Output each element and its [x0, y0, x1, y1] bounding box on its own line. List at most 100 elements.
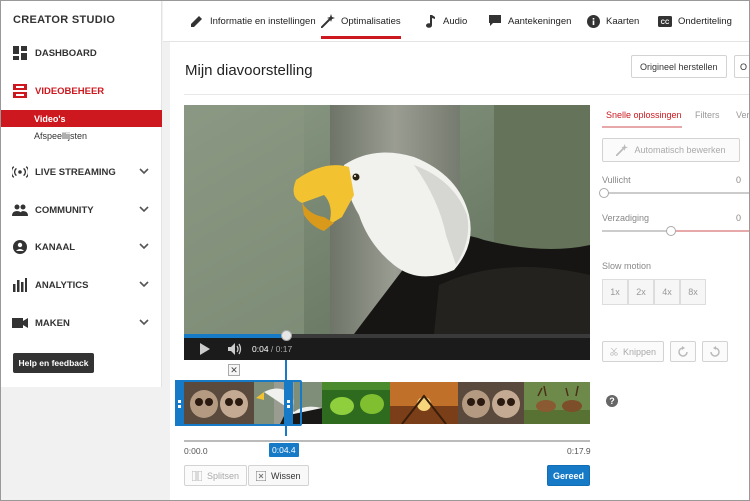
comment-icon	[488, 14, 502, 28]
thumb-pier	[390, 382, 458, 424]
trim-handle-left[interactable]	[175, 380, 184, 426]
chevron-down-icon[interactable]	[138, 240, 150, 252]
live-icon	[12, 164, 28, 180]
time-display: 0:04 / 0:17	[252, 344, 292, 354]
saturation-value: 0	[736, 213, 742, 223]
tab-audio[interactable]: Audio	[423, 1, 467, 41]
saturation-label: Verzadiging	[602, 213, 650, 223]
tab-optimalisaties[interactable]: Optimalisaties	[321, 1, 401, 41]
help-icon[interactable]: ?	[606, 395, 618, 407]
sidebar-item-label: LIVE STREAMING	[35, 166, 116, 178]
save-button-partial[interactable]: O	[734, 55, 750, 78]
bar-chart-icon	[12, 277, 28, 293]
fill-light-slider[interactable]	[599, 188, 749, 198]
editor-main: Mijn diavoorstelling Origineel herstelle…	[170, 42, 750, 500]
speed-2x-button[interactable]: 2x	[628, 279, 654, 305]
timeline-ruler	[184, 440, 590, 442]
help-feedback-button[interactable]: Help en feedback	[13, 353, 94, 373]
speed-4x-button[interactable]: 4x	[654, 279, 680, 305]
camera-icon	[12, 315, 28, 331]
creator-studio-brand[interactable]: CREATOR STUDIO	[13, 14, 115, 26]
speed-8x-button[interactable]: 8x	[680, 279, 706, 305]
scrubber-handle[interactable]	[280, 330, 292, 341]
saturation-knob[interactable]	[666, 226, 676, 236]
tab-label: Ondertiteling	[678, 15, 732, 27]
tab-ondertiteling[interactable]: CC Ondertiteling	[658, 1, 732, 41]
tab-ver[interactable]: Ver	[736, 110, 750, 120]
revert-original-button[interactable]: Origineel herstellen	[631, 55, 727, 78]
tab-informatie[interactable]: Informatie en instellingen	[190, 1, 316, 41]
clear-icon	[256, 470, 266, 481]
tab-label: Optimalisaties	[341, 15, 401, 27]
trim-button[interactable]: Knippen	[602, 341, 664, 362]
tab-kaarten[interactable]: Kaarten	[586, 1, 639, 41]
rotate-right-button[interactable]	[670, 341, 696, 362]
divider	[184, 94, 749, 95]
tab-filters[interactable]: Filters	[695, 110, 720, 120]
rotate-right-icon	[678, 345, 688, 357]
clear-button[interactable]: Wissen	[248, 465, 309, 486]
play-icon[interactable]	[200, 343, 210, 355]
sidebar: CREATOR STUDIO DASHBOARD VIDEOBEHEER Vid…	[1, 1, 162, 387]
music-note-icon	[423, 14, 437, 28]
chevron-down-icon[interactable]	[138, 316, 150, 328]
current-time: 0:04	[252, 344, 269, 354]
svg-text:CC: CC	[661, 20, 670, 26]
timeline-playhead[interactable]	[285, 360, 287, 436]
fill-light-knob[interactable]	[599, 188, 609, 198]
chevron-down-icon[interactable]	[138, 203, 150, 215]
scissors-icon	[610, 347, 618, 356]
timeline-end-label: 0:17.9	[567, 446, 591, 456]
speed-1x-button[interactable]: 1x	[602, 279, 628, 305]
sidebar-item-analytics[interactable]: ANALYTICS	[1, 274, 162, 296]
playhead-time-label: 0:04.4	[269, 443, 299, 457]
thumb-deer	[524, 382, 590, 424]
sidebar-item-videobeheer[interactable]: VIDEOBEHEER	[1, 80, 162, 102]
tab-snelle-oplossingen[interactable]: Snelle oplossingen	[606, 110, 682, 120]
tab-label: Kaarten	[606, 15, 640, 27]
progress-fill	[184, 334, 286, 338]
active-tab-indicator	[602, 126, 682, 128]
done-button[interactable]: Gereed	[547, 465, 590, 486]
cc-icon: CC	[658, 14, 672, 28]
sidebar-item-label: MAKEN	[35, 317, 70, 329]
chevron-down-icon[interactable]	[138, 278, 150, 290]
trim-label: Knippen	[622, 346, 656, 357]
sidebar-item-kanaal[interactable]: KANAAL	[1, 236, 162, 258]
pencil-icon	[190, 14, 204, 28]
sidebar-item-live-streaming[interactable]: LIVE STREAMING	[1, 161, 162, 183]
auto-fix-button[interactable]: Automatisch bewerken	[602, 138, 740, 162]
clear-label: Wissen	[271, 470, 301, 481]
thumb-frog	[322, 382, 390, 424]
split-label: Splitsen	[207, 470, 240, 481]
tab-label: Aantekeningen	[508, 15, 572, 27]
saturation-slider[interactable]	[602, 226, 749, 236]
people-icon	[12, 202, 28, 218]
rotate-left-button[interactable]	[702, 341, 728, 362]
split-icon	[192, 470, 202, 481]
quick-fixes-tabs: Snelle oplossingen Filters Ver	[602, 106, 750, 128]
close-clip-button[interactable]: ✕	[228, 364, 240, 376]
chevron-down-icon[interactable]	[138, 165, 150, 177]
sidebar-subitem-videos[interactable]: Video's	[1, 110, 162, 127]
sidebar-item-dashboard[interactable]: DASHBOARD	[1, 42, 162, 64]
sidebar-item-community[interactable]: COMMUNITY	[1, 199, 162, 221]
page-title: Mijn diavoorstelling	[185, 62, 313, 79]
sidebar-item-label: COMMUNITY	[35, 204, 94, 216]
split-button[interactable]: Splitsen	[184, 465, 248, 486]
tab-label: Informatie en instellingen	[210, 15, 316, 27]
sidebar-item-maken[interactable]: MAKEN	[1, 312, 162, 334]
saturation-track-right	[676, 230, 749, 232]
fill-light-label: Vullicht	[602, 175, 631, 185]
editor-tabs: Informatie en instellingen Optimalisatie…	[163, 1, 749, 42]
progress-bar[interactable]	[184, 330, 590, 341]
auto-fix-label: Automatisch bewerken	[634, 145, 726, 155]
magic-wand-icon	[321, 14, 335, 28]
tab-aantekeningen[interactable]: Aantekeningen	[488, 1, 571, 41]
dashboard-icon	[12, 45, 28, 61]
sidebar-subitem-playlists[interactable]: Afspeellijsten	[1, 127, 162, 144]
video-manager-icon	[12, 83, 28, 99]
volume-icon[interactable]	[228, 343, 242, 355]
sidebar-item-label: ANALYTICS	[35, 279, 89, 291]
video-preview[interactable]	[184, 105, 590, 334]
